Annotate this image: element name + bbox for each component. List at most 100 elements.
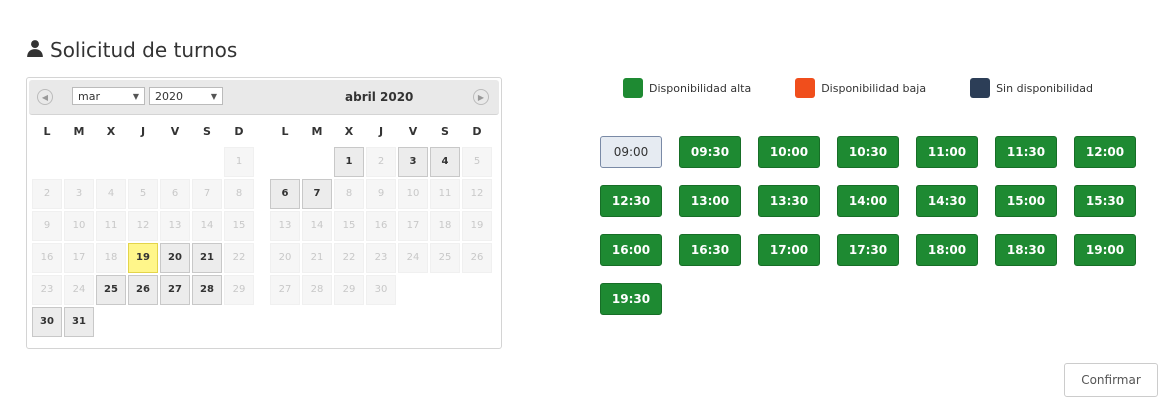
time-slot-button[interactable]: 14:00 (837, 185, 899, 217)
confirm-button[interactable]: Confirmar (1064, 363, 1158, 397)
time-slot-button[interactable]: 14:30 (916, 185, 978, 217)
calendar-empty-cell (64, 147, 94, 177)
time-slot-button[interactable]: 15:30 (1074, 185, 1136, 217)
calendar-day: 7 (192, 179, 222, 209)
calendar-day: 3 (64, 179, 94, 209)
calendar-day: 5 (462, 147, 492, 177)
calendar-week: 30 31 (31, 306, 255, 338)
calendar-day[interactable]: 28 (192, 275, 222, 305)
calendar-day: 6 (160, 179, 190, 209)
weekday-label: D (234, 125, 244, 138)
calendar-week: 16 17 18 19 20 21 22 (31, 242, 255, 274)
calendar-week: 27 28 29 30 (269, 274, 493, 306)
calendar-day: 2 (366, 147, 396, 177)
calendar-day: 11 (96, 211, 126, 241)
time-slot-button[interactable]: 19:30 (600, 283, 662, 315)
calendar-day: 24 (64, 275, 94, 305)
legend-item: Disponibilidad baja (795, 78, 926, 98)
weekday-header: LMXJVSD (31, 118, 255, 146)
time-slot-button[interactable]: 19:00 (1074, 234, 1136, 266)
calendar-day: 20 (270, 243, 300, 273)
caret-down-icon: ▼ (210, 91, 217, 101)
circle-next-icon[interactable]: ▶ (473, 89, 489, 105)
time-slot-button[interactable]: 16:00 (600, 234, 662, 266)
weekday-header: LMXJVSD (269, 118, 493, 146)
time-slot-button[interactable]: 13:30 (758, 185, 820, 217)
calendar-day[interactable]: 27 (160, 275, 190, 305)
time-slot-button[interactable]: 09:00 (600, 136, 662, 168)
availability-legend: Disponibilidad alta Disponibilidad baja Si… (623, 78, 1093, 98)
weekday-label: J (378, 125, 384, 138)
calendar-week: 2345678 (31, 178, 255, 210)
weekday-label: X (106, 125, 116, 138)
time-slot-button[interactable]: 11:30 (995, 136, 1057, 168)
circle-prev-icon[interactable]: ◀ (37, 89, 53, 105)
time-slot-button[interactable]: 15:00 (995, 185, 1057, 217)
calendar-empty-cell (224, 307, 254, 337)
calendar-day: 19 (462, 211, 492, 241)
calendar-day: 17 (398, 211, 428, 241)
calendar-day: 23 (32, 275, 62, 305)
calendar-day[interactable]: 6 (270, 179, 300, 209)
time-slot-button[interactable]: 18:30 (995, 234, 1057, 266)
weekday-label: X (344, 125, 354, 138)
calendar-day[interactable]: 7 (302, 179, 332, 209)
calendar-day: 13 (270, 211, 300, 241)
time-slot-button[interactable]: 13:00 (679, 185, 741, 217)
time-slots: 09:00 09:30 10:00 10:30 11:00 11:30 12:00 12:30… (600, 136, 1160, 315)
calendar-day: 17 (64, 243, 94, 273)
calendar-day: 13 (160, 211, 190, 241)
calendar-day[interactable]: 1 (334, 147, 364, 177)
calendar-day: 15 (224, 211, 254, 241)
month-grid-march: L M X J V S D 1 2 3 4 5 6 7 8 9 10 11 12 13 14 15 16 17 18 19 20 21… (31, 118, 255, 338)
time-slot-button[interactable]: 10:00 (758, 136, 820, 168)
calendar-day[interactable]: 31 (64, 307, 94, 337)
calendar-empty-cell (430, 275, 460, 305)
calendar-day[interactable]: 3 (398, 147, 428, 177)
time-slot-button[interactable]: 12:00 (1074, 136, 1136, 168)
calendar-day: 8 (334, 179, 364, 209)
calendar-empty-cell (160, 147, 190, 177)
month-select-value: mar (78, 89, 100, 103)
legend-swatch (795, 78, 816, 98)
calendar-empty-cell (128, 147, 158, 177)
calendar-day: 1 (224, 147, 254, 177)
weekday-label: S (441, 125, 449, 138)
calendar-day: 30 (366, 275, 396, 305)
calendar-empty-cell (160, 307, 190, 337)
calendar-day: 5 (128, 179, 158, 209)
calendar-day[interactable]: 19 (128, 243, 158, 273)
weekday-label: L (281, 125, 289, 138)
legend-label: Disponibilidad baja (821, 81, 927, 95)
calendar-day[interactable]: 21 (192, 243, 222, 273)
calendar-day: 8 (224, 179, 254, 209)
calendar-week: 9 10 11 12 13 14 15 (31, 210, 255, 242)
datepicker-header: ◀ mar ▼ 2020 ▼ abril 2020 ▶ (29, 80, 499, 115)
year-select[interactable]: 2020 ▼ (149, 87, 223, 105)
time-slot-button[interactable]: 10:30 (837, 136, 899, 168)
calendar-day: 25 (430, 243, 460, 273)
calendar-day[interactable]: 30 (32, 307, 62, 337)
calendar-day[interactable]: 20 (160, 243, 190, 273)
weekday-label: S (203, 125, 211, 138)
calendar-week: 1 (31, 146, 255, 178)
time-slot-button[interactable]: 12:30 (600, 185, 662, 217)
time-slot-button[interactable]: 17:30 (837, 234, 899, 266)
calendar-day: 18 (96, 243, 126, 273)
calendar-week: 6 7 8 9 10 11 12 (269, 178, 493, 210)
time-slot-button[interactable]: 16:30 (679, 234, 741, 266)
calendar-empty-cell (192, 307, 222, 337)
calendar-day: 22 (224, 243, 254, 273)
time-slot-button[interactable]: 17:00 (758, 234, 820, 266)
month-select[interactable]: mar ▼ (72, 87, 145, 105)
calendar-day[interactable]: 26 (128, 275, 158, 305)
calendar-week: 20 21 22 23 24 25 26 (269, 242, 493, 274)
time-slot-button[interactable]: 11:00 (916, 136, 978, 168)
calendar-day[interactable]: 25 (96, 275, 126, 305)
month-grid-april: L M X J V S D 1 2 3 4 5 6 7 8 9 10 11 12 13 14 15 16 17 18 19 20 21… (269, 118, 493, 306)
calendar-empty-cell (462, 275, 492, 305)
time-slot-button[interactable]: 18:00 (916, 234, 978, 266)
weekday-label: M (73, 125, 85, 138)
calendar-day[interactable]: 4 (430, 147, 460, 177)
time-slot-button[interactable]: 09:30 (679, 136, 741, 168)
